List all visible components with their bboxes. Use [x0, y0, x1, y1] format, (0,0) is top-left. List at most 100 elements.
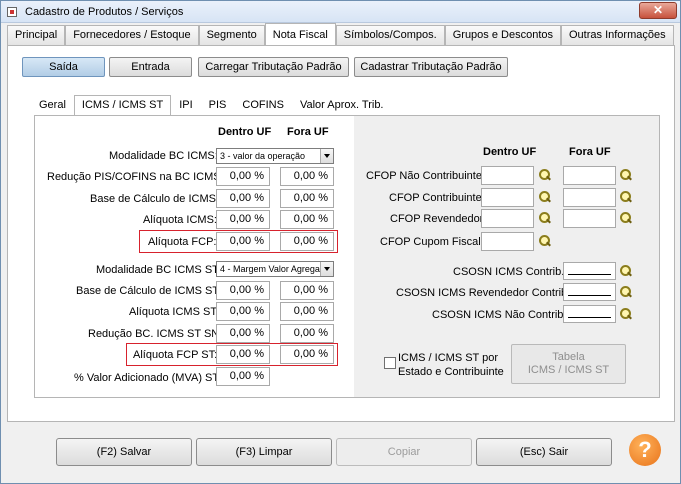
chevron-down-icon[interactable] — [320, 149, 333, 163]
cfop-contribuinte-dentro-field[interactable] — [481, 188, 534, 207]
app-icon — [7, 7, 17, 17]
salvar-button[interactable]: (F2) Salvar — [56, 438, 192, 466]
reducao-bc-icms-st-sn-fora-field[interactable]: 0,00 % — [280, 324, 334, 343]
main-tabs: Principal Fornecedores / Estoque Segment… — [7, 23, 674, 45]
search-icon[interactable] — [538, 190, 552, 204]
tab-grupos-descontos[interactable]: Grupos e Descontos — [444, 25, 561, 45]
icms-por-estado-checkbox[interactable] — [384, 357, 396, 369]
csosn-nao-contrib-label: CSOSN ICMS Não Contrib.: — [432, 309, 570, 321]
close-button[interactable]: ✕ — [639, 2, 677, 19]
copiar-button[interactable]: Copiar — [336, 438, 472, 466]
help-icon[interactable]: ? — [629, 434, 661, 466]
base-calculo-icms-label: Base de Cálculo de ICMS: — [90, 193, 220, 205]
cfop-nao-contribuinte-fora-field[interactable] — [563, 166, 616, 185]
cfop-contribuinte-label: CFOP Contribuinte: — [389, 192, 485, 204]
aliquota-fcp-st-dentro-field[interactable]: 0,00 % — [216, 345, 270, 364]
cfop-contribuinte-fora-field[interactable] — [563, 188, 616, 207]
aliquota-fcp-fora-field[interactable]: 0,00 % — [280, 232, 334, 251]
aliquota-icms-st-fora-field[interactable]: 0,00 % — [280, 302, 334, 321]
title-bar: Cadastro de Produtos / Serviços ✕ — [1, 1, 680, 23]
base-calculo-icms-fora-field[interactable]: 0,00 % — [280, 189, 334, 208]
cfop-nao-contribuinte-dentro-field[interactable] — [481, 166, 534, 185]
reducao-pis-fora-field[interactable]: 0,00 % — [280, 167, 334, 186]
cfop-revendedor-fora-field[interactable] — [563, 209, 616, 228]
csosn-contrib-field[interactable] — [563, 262, 616, 280]
base-calculo-icms-dentro-field[interactable]: 0,00 % — [216, 189, 270, 208]
csosn-nao-contrib-field[interactable] — [563, 305, 616, 323]
base-calculo-icms-st-label: Base de Cálculo de ICMS ST: — [76, 285, 221, 297]
aliquota-icms-st-label: Alíquota ICMS ST: — [129, 306, 219, 318]
search-icon[interactable] — [619, 264, 633, 278]
modalidade-bc-icms-st-value: 4 - Margem Valor Agregad — [220, 264, 325, 274]
csosn-contrib-label: CSOSN ICMS Contrib.: — [453, 266, 568, 278]
icms-por-estado-label-line2: Estado e Contribuinte — [398, 366, 504, 378]
tabela-icms-button-line1: Tabela — [552, 351, 585, 363]
subtab-geral[interactable]: Geral — [31, 95, 74, 115]
modalidade-bc-icms-value: 3 - valor da operação — [220, 151, 306, 161]
cfop-revendedor-label: CFOP Revendedor: — [390, 213, 487, 225]
saida-button[interactable]: Saída — [22, 57, 105, 77]
icms-por-estado-label: ICMS / ICMS ST por Estado e Contribuinte — [398, 351, 504, 379]
subtab-icms[interactable]: ICMS / ICMS ST — [73, 95, 172, 115]
aliquota-icms-fora-field[interactable]: 0,00 % — [280, 210, 334, 229]
search-icon[interactable] — [538, 211, 552, 225]
icms-por-estado-label-line1: ICMS / ICMS ST por — [398, 352, 499, 364]
reducao-bc-icms-st-sn-label: Redução BC. ICMS ST SN: — [88, 328, 223, 340]
window-title: Cadastro de Produtos / Serviços — [25, 6, 184, 18]
search-icon[interactable] — [619, 285, 633, 299]
search-icon[interactable] — [619, 211, 633, 225]
header-dentro-uf: Dentro UF — [218, 126, 272, 138]
tab-simbolos-compos[interactable]: Símbolos/Compos. — [335, 25, 445, 45]
search-icon[interactable] — [538, 168, 552, 182]
cadastrar-tributacao-button[interactable]: Cadastrar Tributação Padrão — [354, 57, 508, 77]
tab-outras-informacoes[interactable]: Outras Informações — [561, 25, 674, 45]
mva-label: % Valor Adicionado (MVA) ST: — [74, 372, 221, 384]
tax-subtabs: Geral ICMS / ICMS ST IPI PIS COFINS Valo… — [31, 95, 392, 115]
cfop-revendedor-dentro-field[interactable] — [481, 209, 534, 228]
aliquota-fcp-st-fora-field[interactable]: 0,00 % — [280, 345, 334, 364]
aliquota-fcp-st-label: Alíquota FCP ST: — [133, 349, 218, 361]
tab-fornecedores-estoque[interactable]: Fornecedores / Estoque — [65, 25, 199, 45]
aliquota-icms-dentro-field[interactable]: 0,00 % — [216, 210, 270, 229]
search-icon[interactable] — [538, 234, 552, 248]
sair-button[interactable]: (Esc) Sair — [476, 438, 612, 466]
aliquota-icms-label: Alíquota ICMS: — [143, 214, 217, 226]
aliquota-fcp-label: Alíquota FCP: — [148, 236, 217, 248]
cfop-header-fora-uf: Fora UF — [569, 146, 611, 158]
aliquota-fcp-dentro-field[interactable]: 0,00 % — [216, 232, 270, 251]
aliquota-icms-st-dentro-field[interactable]: 0,00 % — [216, 302, 270, 321]
csosn-revendedor-label: CSOSN ICMS Revendedor Contrib.: — [396, 287, 574, 299]
search-icon[interactable] — [619, 168, 633, 182]
modalidade-bc-icms-label: Modalidade BC ICMS: — [109, 150, 218, 162]
subtab-ipi[interactable]: IPI — [171, 95, 200, 115]
reducao-bc-icms-st-sn-dentro-field[interactable]: 0,00 % — [216, 324, 270, 343]
tabela-icms-button[interactable]: Tabela ICMS / ICMS ST — [511, 344, 626, 384]
carregar-tributacao-button[interactable]: Carregar Tributação Padrão — [198, 57, 349, 77]
csosn-revendedor-field[interactable] — [563, 283, 616, 301]
tab-principal[interactable]: Principal — [7, 25, 66, 45]
base-calculo-icms-st-dentro-field[interactable]: 0,00 % — [216, 281, 270, 300]
modalidade-bc-icms-st-select[interactable]: 4 - Margem Valor Agregad — [216, 261, 334, 277]
base-calculo-icms-st-fora-field[interactable]: 0,00 % — [280, 281, 334, 300]
reducao-pis-dentro-field[interactable]: 0,00 % — [216, 167, 270, 186]
modalidade-bc-icms-select[interactable]: 3 - valor da operação — [216, 148, 334, 164]
cfop-cupom-fiscal-field[interactable] — [481, 232, 534, 251]
tab-segmento[interactable]: Segmento — [198, 25, 265, 45]
mva-field[interactable]: 0,00 % — [216, 367, 270, 386]
header-fora-uf: Fora UF — [287, 126, 329, 138]
subtab-valor-aprox[interactable]: Valor Aprox. Trib. — [292, 95, 392, 115]
tab-nota-fiscal[interactable]: Nota Fiscal — [264, 23, 336, 45]
tabela-icms-button-line2: ICMS / ICMS ST — [527, 364, 610, 376]
cfop-nao-contribuinte-label: CFOP Não Contribuinte: — [366, 170, 486, 182]
reducao-pis-label: Redução PIS/COFINS na BC ICMS: — [47, 171, 224, 183]
entrada-button[interactable]: Entrada — [109, 57, 192, 77]
chevron-down-icon[interactable] — [320, 262, 333, 276]
modalidade-bc-icms-st-label: Modalidade BC ICMS ST: — [96, 264, 221, 276]
subtab-cofins[interactable]: COFINS — [234, 95, 292, 115]
subtab-pis[interactable]: PIS — [201, 95, 235, 115]
search-icon[interactable] — [619, 307, 633, 321]
cfop-cupom-fiscal-label: CFOP Cupom Fiscal: — [380, 236, 484, 248]
search-icon[interactable] — [619, 190, 633, 204]
limpar-button[interactable]: (F3) Limpar — [196, 438, 332, 466]
product-register-window: Cadastro de Produtos / Serviços ✕ Princi… — [0, 0, 681, 484]
